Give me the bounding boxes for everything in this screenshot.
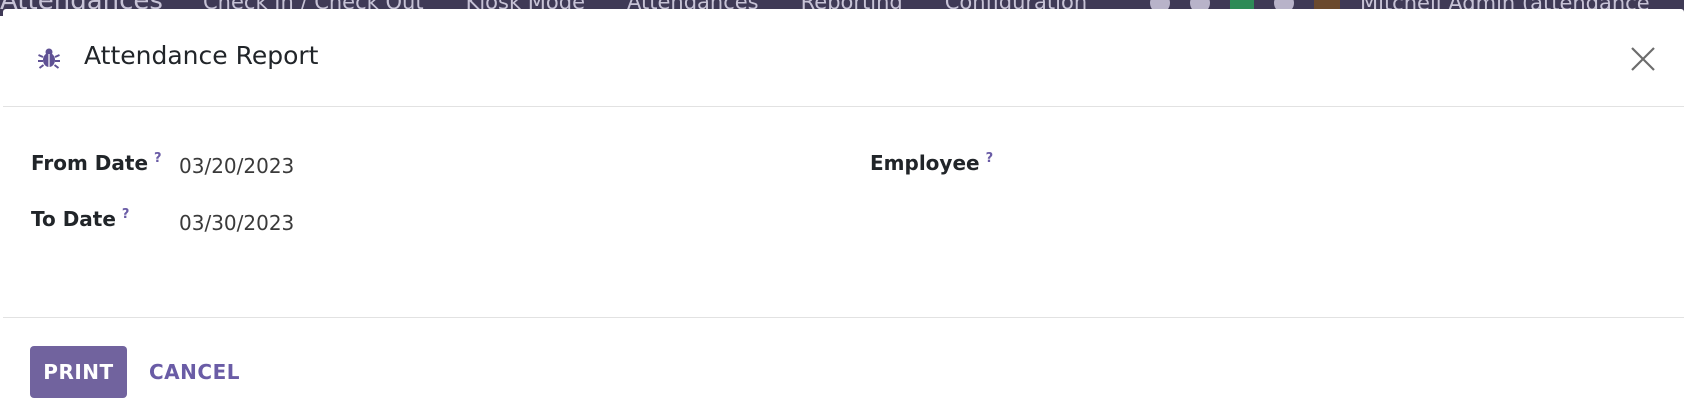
employee-help-icon[interactable]: ? [986, 151, 994, 166]
to-date-field[interactable]: 03/30/2023 [179, 211, 294, 235]
employee-label-text: Employee [870, 151, 980, 175]
close-icon[interactable] [1628, 44, 1658, 74]
cancel-button[interactable]: CANCEL [149, 346, 240, 398]
from-date-field[interactable]: 03/20/2023 [179, 154, 294, 178]
employee-label: Employee? [870, 151, 993, 175]
to-date-label: To Date? [31, 207, 129, 231]
dialog-footer: PRINT CANCEL [3, 318, 1684, 415]
dialog-title: Attendance Report [84, 41, 319, 70]
bug-icon [38, 48, 60, 69]
from-date-help-icon[interactable]: ? [154, 151, 162, 166]
dialog-body: From Date? 03/20/2023 To Date? 03/30/202… [3, 107, 1684, 318]
print-button[interactable]: PRINT [30, 346, 127, 398]
to-date-label-text: To Date [31, 207, 116, 231]
from-date-label-text: From Date [31, 151, 149, 175]
attendance-report-dialog: Attendance Report From Date? 03/20/2023 … [3, 9, 1684, 415]
to-date-help-icon[interactable]: ? [122, 207, 130, 222]
dialog-header: Attendance Report [3, 9, 1684, 107]
employee-field[interactable] [1023, 151, 1623, 179]
from-date-label: From Date? [31, 151, 162, 175]
